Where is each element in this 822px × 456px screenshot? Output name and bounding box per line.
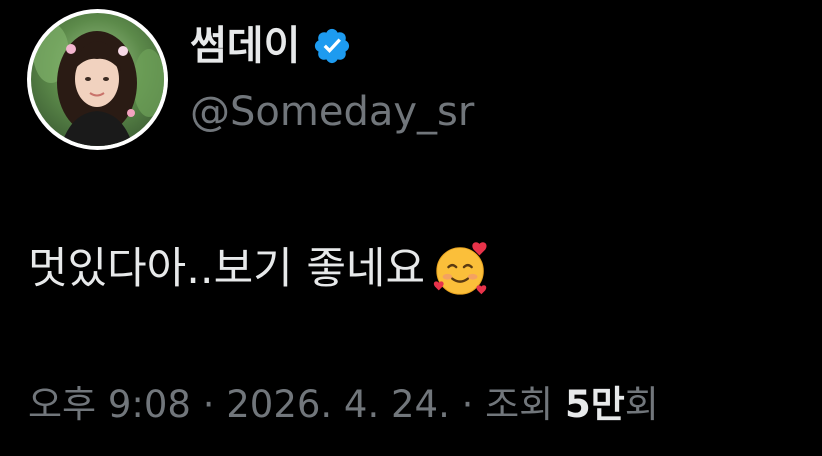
verified-badge-icon [315,28,350,64]
avatar[interactable] [27,9,168,150]
meta-separator: · [449,383,486,426]
tweet-text: 멋있다아..보기 좋네요 [28,244,426,294]
tweet-date[interactable]: 2026. 4. 24. [226,383,450,426]
display-name[interactable]: 썸데이 [190,22,300,70]
views-label: 조회 [485,383,554,426]
views-count: 5만 [564,383,625,426]
avatar-portrait-icon [33,23,164,146]
tweet-detail: 썸데이 @Someday_sr 멋있다아..보기 좋네요 오후 9:08 · 2… [0,0,822,456]
tweet-time[interactable]: 오후 9:08 [28,383,191,426]
tweet-meta: 오후 9:08 · 2026. 4. 24. · 조회 5만회 [28,381,659,429]
views-unit: 회 [624,383,659,426]
author-name-row[interactable]: 썸데이 [190,22,352,70]
avatar-image [31,13,164,146]
meta-separator: · [190,383,227,426]
tweet-text-row: 멋있다아..보기 좋네요 [28,238,493,300]
smiling-face-with-hearts-icon [433,242,487,295]
author-handle[interactable]: @Someday_sr [190,88,474,136]
